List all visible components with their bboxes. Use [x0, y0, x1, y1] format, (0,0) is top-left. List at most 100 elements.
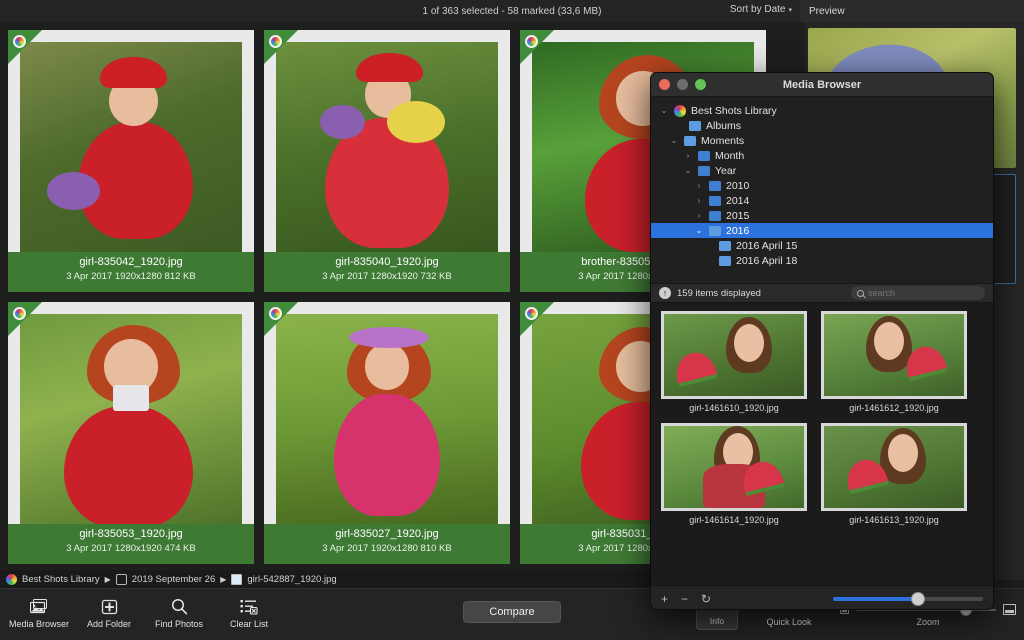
thumb-art — [824, 314, 964, 396]
figure-face — [365, 343, 409, 389]
figure-flowers — [387, 101, 445, 143]
tree-item-2016[interactable]: ⌄ 2016 — [651, 223, 993, 238]
zoom-label: Zoom — [916, 617, 939, 627]
breadcrumb-file[interactable]: girl-542887_1920.jpg — [247, 574, 336, 585]
photo-thumbnail[interactable] — [20, 314, 242, 524]
media-browser-titlebar[interactable]: Media Browser — [651, 73, 993, 97]
tree-item-best-shots-library[interactable]: ⌄ Best Shots Library — [651, 103, 993, 118]
library-icon — [6, 574, 17, 585]
zoom-in-icon[interactable] — [1003, 604, 1016, 615]
library-badge-icon — [525, 35, 538, 48]
media-thumbnail-caption: girl-1461613_1920.jpg — [821, 515, 967, 525]
chevron-down-icon[interactable]: ⌄ — [694, 226, 704, 235]
folder-icon — [709, 226, 721, 236]
media-browser-tree[interactable]: ⌄ Best Shots Library Albums ⌄ Moments › … — [651, 97, 993, 283]
find-photos-button[interactable]: Find Photos — [146, 593, 212, 629]
photo-thumbnail[interactable] — [276, 42, 498, 252]
search-icon — [857, 290, 864, 297]
breadcrumb-separator-icon: ▶ — [105, 575, 111, 584]
clear-list-button[interactable]: Clear List — [216, 593, 282, 629]
folder-icon — [698, 166, 710, 176]
media-thumbnail-caption: girl-1461612_1920.jpg — [821, 403, 967, 413]
figure-phone — [113, 385, 149, 410]
chevron-right-icon[interactable]: › — [683, 151, 693, 160]
media-thumbnail-image[interactable] — [821, 423, 967, 511]
breadcrumb-library[interactable]: Best Shots Library — [22, 574, 100, 585]
library-badge-icon — [269, 307, 282, 320]
close-icon[interactable] — [659, 79, 670, 90]
add-folder-label: Add Folder — [87, 619, 131, 629]
tree-item-moments[interactable]: ⌄ Moments — [651, 133, 993, 148]
tree-item-2016-april-18[interactable]: 2016 April 18 — [651, 253, 993, 268]
thumb-art — [824, 426, 964, 508]
media-thumbnail-caption: girl-1461614_1920.jpg — [661, 515, 807, 525]
thumb-art — [664, 426, 804, 508]
chevron-down-icon[interactable]: ⌄ — [669, 136, 679, 145]
info-label: Info — [710, 616, 724, 626]
media-browser-statusbar: ↑ 159 items displayed — [651, 283, 993, 303]
folder-icon — [709, 181, 721, 191]
minimize-icon[interactable] — [677, 79, 688, 90]
chevron-right-icon[interactable]: › — [694, 196, 704, 205]
photo-meta: 3 Apr 2017 1920x1280 810 KB — [264, 543, 510, 554]
library-badge-icon — [525, 307, 538, 320]
photo-card[interactable]: girl-835040_1920.jpg 3 Apr 2017 1280x192… — [264, 30, 510, 292]
photo-thumbnail[interactable] — [20, 42, 242, 252]
add-icon[interactable]: + — [661, 593, 668, 605]
media-thumbnail-image[interactable] — [661, 311, 807, 399]
photo-card[interactable]: girl-835053_1920.jpg 3 Apr 2017 1280x192… — [8, 302, 254, 564]
photo-card[interactable]: girl-835027_1920.jpg 3 Apr 2017 1920x128… — [264, 302, 510, 564]
photo-filename: girl-835053_1920.jpg — [8, 528, 254, 540]
add-folder-button[interactable]: Add Folder — [76, 593, 142, 629]
tree-item-label: Year — [715, 165, 736, 177]
tree-item-albums[interactable]: Albums — [651, 118, 993, 133]
media-browser-window[interactable]: Media Browser ⌄ Best Shots Library Album… — [650, 72, 994, 610]
photo-card[interactable]: girl-835042_1920.jpg 3 Apr 2017 1920x128… — [8, 30, 254, 292]
media-browser-thumbnail-grid[interactable]: girl-1461610_1920.jpg girl-1461612_1920.… — [651, 303, 993, 585]
refresh-icon[interactable]: ↻ — [701, 593, 711, 605]
tree-item-2016-april-15[interactable]: 2016 April 15 — [651, 238, 993, 253]
photo-art — [276, 42, 498, 252]
chevron-down-icon[interactable]: ⌄ — [683, 166, 693, 175]
plus-folder-icon — [101, 597, 118, 616]
media-thumbnail-image[interactable] — [821, 311, 967, 399]
photo-label: girl-835042_1920.jpg 3 Apr 2017 1920x128… — [8, 252, 254, 292]
tree-item-2010[interactable]: › 2010 — [651, 178, 993, 193]
figure-dress — [334, 394, 441, 516]
tree-item-2015[interactable]: › 2015 — [651, 208, 993, 223]
chevron-right-icon[interactable]: › — [694, 181, 704, 190]
media-thumbnail[interactable]: girl-1461610_1920.jpg — [661, 311, 807, 413]
tree-item-year[interactable]: ⌄ Year — [651, 163, 993, 178]
chevron-down-icon[interactable]: ⌄ — [659, 106, 669, 115]
tree-item-2014[interactable]: › 2014 — [651, 193, 993, 208]
photo-art — [20, 314, 242, 524]
chevron-right-icon[interactable]: › — [694, 211, 704, 220]
remove-icon[interactable]: − — [681, 593, 688, 605]
thumbnail-size-slider-handle[interactable] — [911, 592, 925, 606]
photo-meta: 3 Apr 2017 1280x1920 732 KB — [264, 271, 510, 282]
library-icon — [674, 105, 686, 117]
photo-thumbnail[interactable] — [276, 314, 498, 524]
thumbnail-size-slider[interactable] — [833, 597, 983, 601]
compare-button[interactable]: Compare — [463, 601, 561, 623]
media-thumbnail[interactable]: girl-1461613_1920.jpg — [821, 423, 967, 525]
marked-corner-badge — [264, 302, 298, 336]
tree-item-label: 2016 April 18 — [736, 255, 797, 267]
media-thumbnail-image[interactable] — [661, 423, 807, 511]
media-thumbnail[interactable]: girl-1461612_1920.jpg — [821, 311, 967, 413]
maximize-icon[interactable] — [695, 79, 706, 90]
breadcrumb-folder[interactable]: 2019 September 26 — [132, 574, 215, 585]
figure-flowers-2 — [320, 105, 364, 139]
folder-icon — [698, 151, 710, 161]
media-browser-button[interactable]: Media Browser — [6, 593, 72, 629]
upload-icon[interactable]: ↑ — [659, 287, 671, 299]
sort-by-date-dropdown[interactable]: Sort by Date▾ — [730, 4, 792, 15]
tree-item-month[interactable]: › Month — [651, 148, 993, 163]
search-input[interactable] — [868, 288, 979, 298]
media-thumbnail[interactable]: girl-1461614_1920.jpg — [661, 423, 807, 525]
figure-face — [734, 324, 764, 362]
items-displayed-count: 159 items displayed — [677, 288, 761, 299]
toolbar-actions: Media Browser Add Folder Find Photos Cle… — [6, 593, 282, 629]
folder-icon — [709, 196, 721, 206]
media-browser-search[interactable] — [851, 286, 985, 300]
